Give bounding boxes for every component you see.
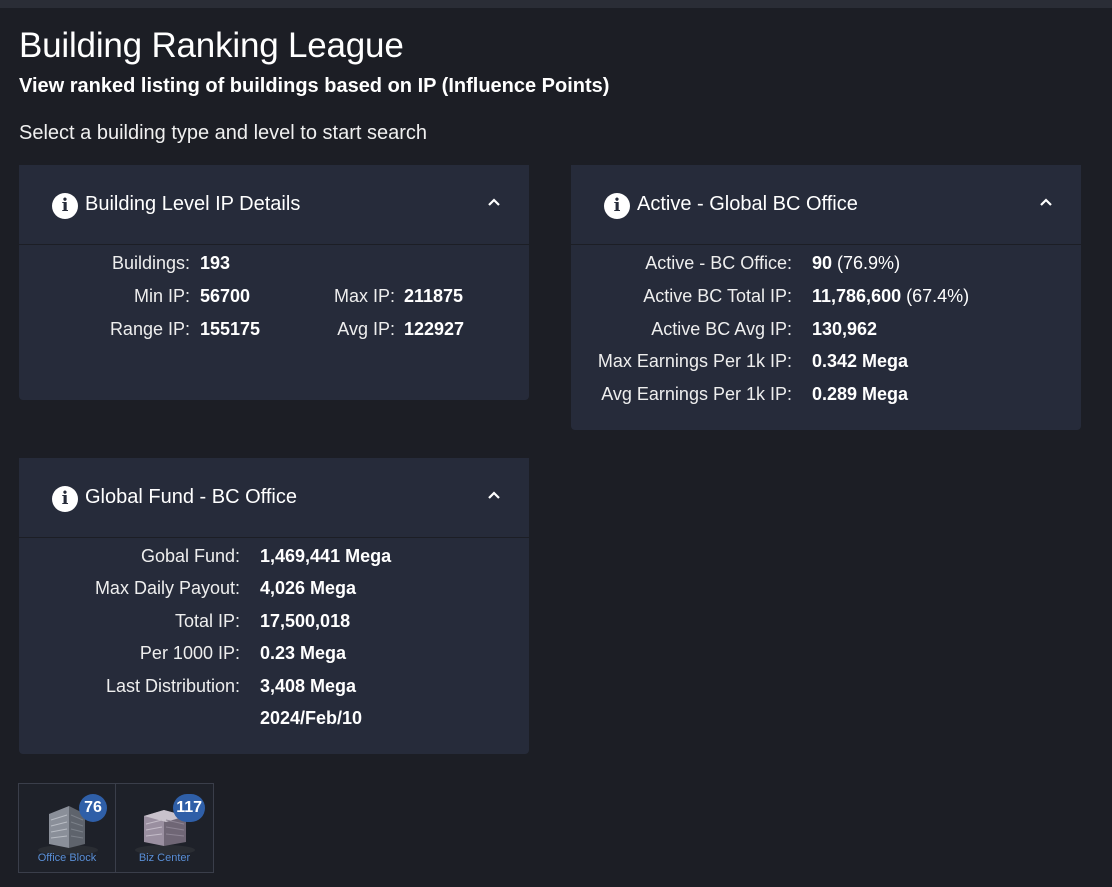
info-icon[interactable]: i — [52, 193, 78, 219]
active-row-label: Active - BC Office: — [645, 253, 792, 273]
tile-label: Office Block — [37, 852, 97, 864]
active-row-number: 90 — [812, 253, 833, 273]
page-title: Building Ranking League — [19, 26, 404, 65]
fund-row-value: 2024/Feb/10 — [260, 708, 363, 728]
card-header[interactable]: i Building Level IP Details — [19, 165, 529, 245]
building-level-ip-card: i Building Level IP Details Buildings: 1… — [19, 165, 529, 400]
fund-row-label: Max Daily Payout: — [94, 578, 240, 598]
info-icon[interactable]: i — [52, 486, 78, 512]
fund-row-value: 4,026 Mega — [260, 578, 357, 598]
tile-office-block[interactable]: 76 Office Block — [18, 783, 116, 873]
tile-biz-center[interactable]: 117 Biz Center — [116, 783, 214, 873]
fund-row-label: Gobal Fund: — [140, 546, 240, 566]
active-row-number: 11,786,600 — [812, 286, 902, 306]
active-row-label: Active BC Total IP: — [643, 286, 792, 306]
fund-row-value: 1,469,441 Mega — [260, 546, 392, 566]
card-header[interactable]: i Global Fund - BC Office — [19, 458, 529, 538]
chevron-up-icon[interactable] — [487, 195, 501, 209]
page-subtitle: View ranked listing of buildings based o… — [19, 75, 610, 97]
top-band — [0, 0, 1112, 8]
tile-count-badge: 76 — [79, 794, 107, 822]
active-row-label: Active BC Avg IP: — [651, 319, 792, 339]
card-title: Building Level IP Details — [85, 193, 301, 215]
active-row-suffix: (67.4%) — [901, 286, 970, 306]
max-ip-label: Max IP: — [333, 286, 395, 306]
chevron-up-icon[interactable] — [487, 488, 501, 502]
max-ip-value: 211875 — [404, 286, 464, 306]
active-row-suffix: (76.9%) — [832, 253, 901, 273]
search-prompt: Select a building type and level to star… — [19, 122, 428, 144]
active-row-value: 0.342 Mega — [812, 351, 909, 371]
buildings-value: 193 — [200, 253, 231, 273]
range-ip-label: Range IP: — [109, 319, 190, 339]
active-row-value: 11,786,600 (67.4%) — [812, 286, 969, 307]
min-ip-label: Min IP: — [133, 286, 190, 306]
tile-label: Biz Center — [138, 852, 191, 864]
info-icon[interactable]: i — [604, 193, 630, 219]
fund-row-label: Last Distribution: — [105, 676, 240, 696]
avg-ip-label: Avg IP: — [337, 319, 395, 339]
chevron-up-icon[interactable] — [1039, 195, 1053, 209]
fund-row-value: 0.23 Mega — [260, 643, 347, 663]
fund-row-label: Per 1000 IP: — [139, 643, 240, 663]
building-type-tiles: 76 Office Block 117 Biz Center — [18, 783, 214, 873]
active-row-value: 130,962 — [812, 319, 878, 339]
tile-count-badge: 117 — [173, 794, 205, 822]
fund-row-value: 17,500,018 — [260, 611, 351, 631]
card-header[interactable]: i Active - Global BC Office — [571, 165, 1081, 245]
buildings-label: Buildings: — [111, 253, 190, 273]
active-row-value: 90 (76.9%) — [812, 253, 900, 274]
global-fund-card: i Global Fund - BC Office Gobal Fund: 1,… — [19, 458, 529, 754]
active-row-label: Max Earnings Per 1k IP: — [597, 351, 792, 371]
card-title: Active - Global BC Office — [637, 193, 858, 215]
card-title: Global Fund - BC Office — [85, 486, 297, 508]
fund-row-label: Total IP: — [174, 611, 240, 631]
fund-row-value: 3,408 Mega — [260, 676, 357, 696]
active-global-card: i Active - Global BC Office Active - BC … — [571, 165, 1081, 430]
active-row-value: 0.289 Mega — [812, 384, 909, 404]
avg-ip-value: 122927 — [404, 319, 465, 339]
active-row-label: Avg Earnings Per 1k IP: — [601, 384, 792, 404]
